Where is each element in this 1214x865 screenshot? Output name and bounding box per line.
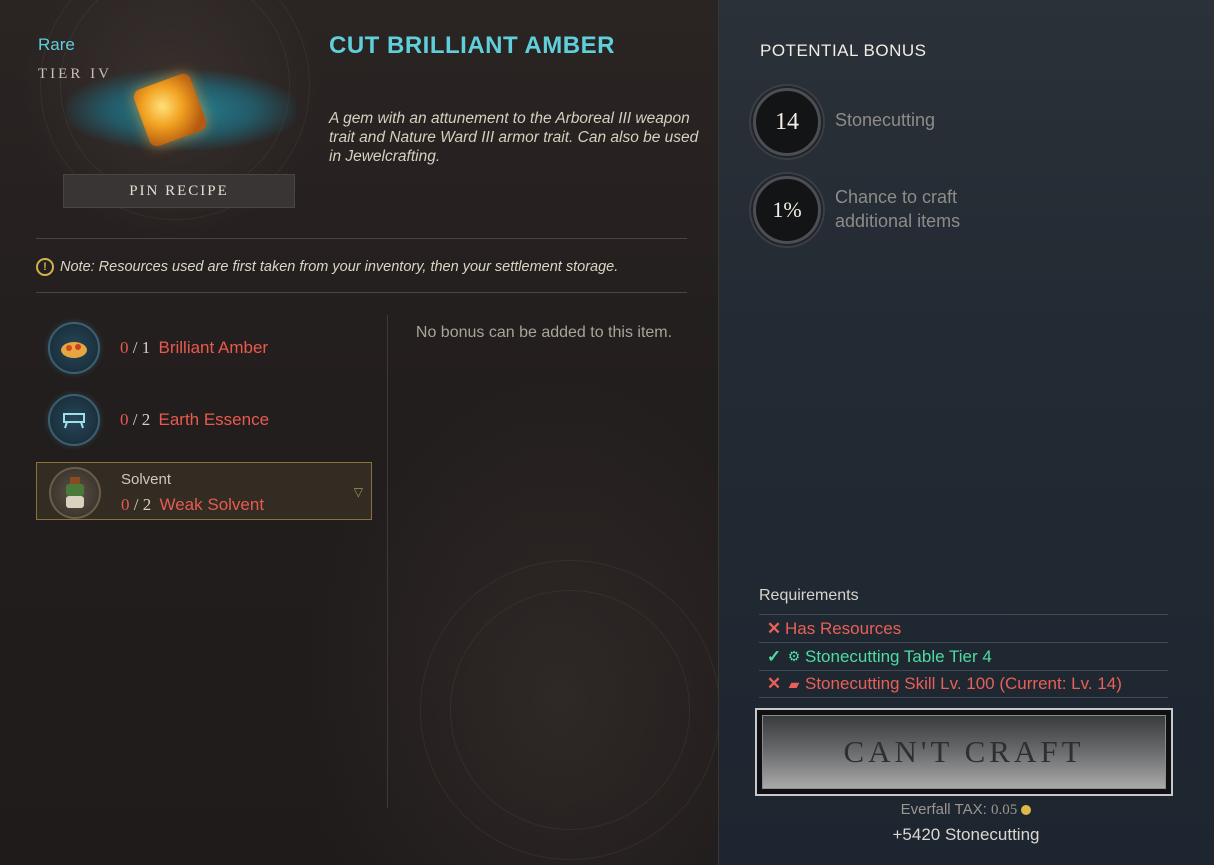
ingredient-separator: /	[132, 410, 138, 429]
chevron-down-icon[interactable]: ▽	[354, 485, 363, 499]
coin-icon	[1021, 805, 1032, 816]
crafting-table-icon: ⚙	[787, 648, 801, 664]
no-bonus-message: No bonus can be added to this item.	[415, 324, 673, 341]
earth-essence-icon	[48, 394, 100, 446]
requirement-text: Stonecutting Skill Lv. 100 (Current: Lv.…	[805, 674, 1122, 693]
xp-gain: +5420 Stonecutting	[892, 825, 1040, 844]
item-title: CUT BRILLIANT AMBER	[329, 32, 615, 59]
pin-recipe-button[interactable]: PIN RECIPE	[63, 174, 295, 208]
bonus-value-badge: 1%	[753, 176, 821, 244]
bonus-label: Stonecutting	[835, 110, 936, 130]
ingredient-have: 0	[120, 410, 129, 429]
ingredient-have: 0	[121, 495, 130, 514]
fail-icon: ✕	[766, 618, 782, 638]
skill-icon: ▰	[788, 675, 800, 692]
item-description: A gem with an attunement to the Arboreal…	[329, 110, 699, 165]
item-rarity: Rare	[38, 35, 75, 54]
solvent-icon	[49, 467, 101, 519]
potential-bonus-title: POTENTIAL BONUS	[760, 41, 927, 60]
bonus-label: Chance to craft additional items	[835, 187, 961, 231]
ingredient-need: 2	[141, 410, 151, 429]
ingredient-need: 1	[141, 338, 151, 357]
tax-label: Everfall TAX:	[900, 801, 987, 818]
ingredient-need: 2	[142, 495, 152, 514]
info-icon: !	[36, 258, 54, 276]
ingredient-name: Weak Solvent	[159, 495, 265, 514]
check-icon: ✓	[766, 646, 782, 666]
ingredient-have: 0	[120, 338, 129, 357]
ingredient-row[interactable]: 0 / 2 Earth Essence	[36, 390, 372, 448]
ingredient-name: Earth Essence	[158, 410, 270, 429]
ingredient-quantity: 0 / 1 Brilliant Amber	[120, 338, 268, 358]
decorative-ring	[450, 590, 690, 830]
requirement-row: ✓ ⚙ Stonecutting Table Tier 4	[759, 642, 1168, 670]
requirement-row: ✕ Has Resources	[759, 614, 1168, 642]
requirement-text: Stonecutting Table Tier 4	[805, 646, 992, 666]
ingredient-row-solvent[interactable]: Solvent 0 / 2 Weak Solvent ▽	[36, 462, 372, 520]
requirement-text: Has Resources	[785, 618, 902, 638]
requirements-title: Requirements	[759, 587, 859, 604]
ingredient-separator: /	[132, 338, 138, 357]
divider	[36, 292, 687, 293]
craft-button-label: CAN'T CRAFT	[762, 715, 1166, 789]
ingredient-separator: /	[133, 495, 139, 514]
fail-icon: ✕	[766, 674, 782, 693]
divider	[36, 238, 687, 239]
requirement-row: ✕ ▰ Stonecutting Skill Lv. 100 (Current:…	[759, 670, 1168, 698]
amber-ore-icon	[48, 322, 100, 374]
column-divider	[387, 315, 388, 808]
tax-value: 0.05	[990, 802, 1018, 818]
bonus-value-badge: 14	[753, 88, 821, 156]
ingredient-quantity: 0 / 2 Weak Solvent	[121, 495, 264, 515]
ingredient-quantity: 0 / 2 Earth Essence	[120, 410, 269, 430]
ingredient-slot-label: Solvent	[121, 471, 172, 488]
resource-note: Note: Resources used are first taken fro…	[60, 259, 619, 275]
craft-button[interactable]: CAN'T CRAFT	[755, 708, 1173, 796]
ingredient-row[interactable]: 0 / 1 Brilliant Amber	[36, 318, 372, 376]
tax-info: Everfall TAX: 0.05	[718, 801, 1214, 819]
ingredient-name: Brilliant Amber	[158, 338, 269, 357]
